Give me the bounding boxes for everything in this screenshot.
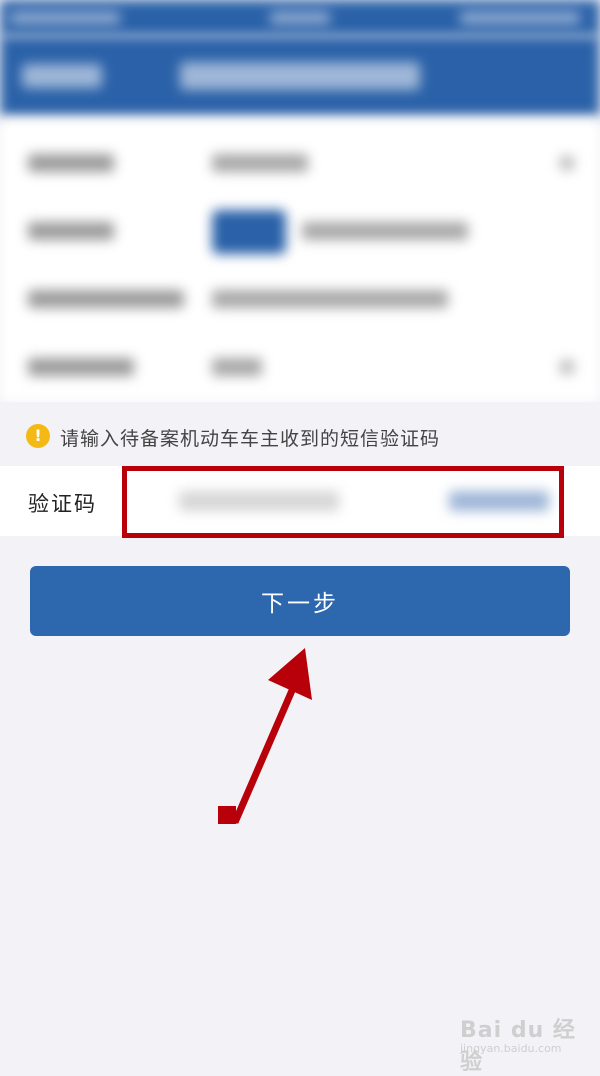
baidu-jingyan-watermark: Bai du 经验 jingyan.baidu.com [456,998,586,1075]
watermark-url: jingyan.baidu.com [460,1042,562,1055]
annotation-arrow-icon [218,648,312,824]
